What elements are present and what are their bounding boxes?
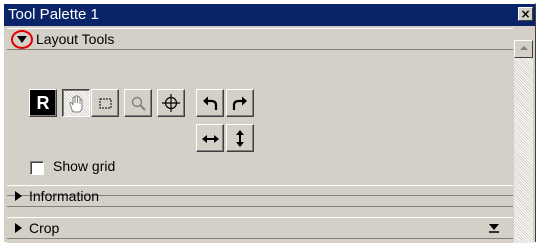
r-tool-label: R xyxy=(36,93,50,113)
section-label-information: Information xyxy=(29,188,100,204)
crosshair-icon xyxy=(162,94,180,112)
rotate-left-icon xyxy=(203,96,218,110)
window-title-bar[interactable]: Tool Palette 1 × xyxy=(4,4,535,26)
magnifier-icon xyxy=(131,96,146,111)
flip-vertical-button[interactable] xyxy=(226,124,254,152)
flip-vertical-icon xyxy=(236,130,244,147)
section-header-information[interactable]: Information xyxy=(7,185,513,207)
marquee-select-icon xyxy=(99,98,112,109)
scroll-down-icon[interactable] xyxy=(487,222,501,234)
show-grid-label: Show grid xyxy=(53,158,116,174)
expand-arrow-icon[interactable] xyxy=(17,36,27,43)
flip-horizontal-icon xyxy=(202,135,219,143)
hand-icon xyxy=(69,95,83,113)
marquee-tool-button[interactable] xyxy=(91,89,119,117)
window-title: Tool Palette 1 xyxy=(8,6,99,23)
show-grid-checkbox[interactable] xyxy=(30,161,44,175)
zoom-tool-button[interactable] xyxy=(124,89,152,117)
rotate-right-icon xyxy=(232,96,247,110)
section-header-layout-tools[interactable]: Layout Tools xyxy=(7,28,513,50)
close-icon: × xyxy=(520,7,531,21)
hand-tool-button[interactable] xyxy=(62,89,90,117)
section-header-crop[interactable]: Crop xyxy=(7,217,513,239)
scroll-up-button[interactable] xyxy=(514,40,533,58)
palette-panel-area: Layout Tools R Show grid Information Cro… xyxy=(7,28,513,243)
tool-palette-window: Tool Palette 1 × Layout Tools R Show gri… xyxy=(3,3,536,243)
flip-horizontal-button[interactable] xyxy=(196,124,224,152)
rotate-left-button[interactable] xyxy=(196,89,224,117)
section-label-layout-tools: Layout Tools xyxy=(36,31,115,47)
collapsed-arrow-icon[interactable] xyxy=(15,191,22,201)
rotate-right-button[interactable] xyxy=(226,89,254,117)
close-button[interactable]: × xyxy=(518,7,533,21)
r-tool-button[interactable]: R xyxy=(29,89,57,117)
scroll-up-icon xyxy=(520,46,528,50)
collapsed-arrow-icon[interactable] xyxy=(15,223,22,233)
vertical-scrollbar[interactable] xyxy=(514,40,533,243)
layout-tools-panel: R Show grid xyxy=(7,50,513,196)
crosshair-tool-button[interactable] xyxy=(157,89,185,117)
section-label-crop: Crop xyxy=(29,220,60,236)
